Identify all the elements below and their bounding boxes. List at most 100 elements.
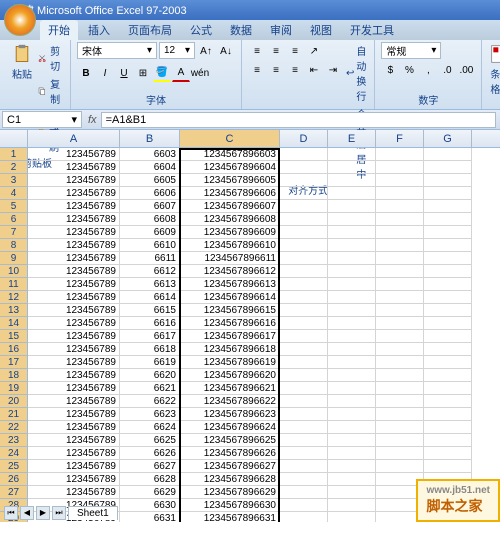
cell[interactable] (376, 213, 424, 226)
cell[interactable] (424, 252, 472, 265)
row-header[interactable]: 21 (0, 408, 28, 421)
cell[interactable]: 6622 (120, 395, 180, 408)
cell[interactable] (328, 408, 376, 421)
cell[interactable]: 123456789 (28, 187, 120, 200)
cell[interactable] (280, 239, 328, 252)
cell[interactable] (376, 330, 424, 343)
phonetic-button[interactable]: wén (191, 64, 209, 82)
col-header-e[interactable]: E (328, 130, 376, 147)
cell[interactable]: 123456789 (28, 304, 120, 317)
cell[interactable]: 6611 (120, 252, 180, 265)
decrease-decimal-button[interactable]: .00 (457, 61, 475, 79)
cell[interactable] (424, 265, 472, 278)
cell[interactable]: 6626 (120, 447, 180, 460)
align-right-button[interactable]: ≡ (286, 61, 304, 79)
cell[interactable] (424, 343, 472, 356)
cell[interactable] (328, 200, 376, 213)
cell[interactable]: 1234567896615 (180, 304, 280, 317)
cell[interactable]: 1234567896620 (180, 369, 280, 382)
cell[interactable] (328, 421, 376, 434)
row-header[interactable]: 6 (0, 213, 28, 226)
cell[interactable] (424, 369, 472, 382)
cell[interactable] (280, 512, 328, 522)
cell[interactable] (376, 395, 424, 408)
cell[interactable] (328, 174, 376, 187)
cell[interactable] (328, 291, 376, 304)
cell[interactable] (376, 174, 424, 187)
cell[interactable]: 123456789 (28, 343, 120, 356)
formula-input[interactable]: =A1&B1 (101, 112, 496, 128)
cell[interactable] (280, 213, 328, 226)
fx-icon[interactable]: fx (88, 114, 97, 126)
cell[interactable]: 1234567896617 (180, 330, 280, 343)
row-header[interactable]: 25 (0, 460, 28, 473)
increase-decimal-button[interactable]: .0 (438, 61, 456, 79)
col-header-d[interactable]: D (280, 130, 328, 147)
decrease-font-button[interactable]: A↓ (217, 42, 235, 60)
cell[interactable] (376, 161, 424, 174)
cell[interactable] (424, 447, 472, 460)
cell[interactable] (376, 304, 424, 317)
align-middle-button[interactable]: ≡ (267, 42, 285, 60)
tab-insert[interactable]: 插入 (80, 20, 118, 40)
cell[interactable] (328, 161, 376, 174)
cell[interactable] (328, 382, 376, 395)
cell[interactable] (328, 252, 376, 265)
tab-data[interactable]: 数据 (222, 20, 260, 40)
cell[interactable]: 6625 (120, 434, 180, 447)
cell[interactable] (328, 395, 376, 408)
tab-formula[interactable]: 公式 (182, 20, 220, 40)
cell[interactable] (424, 291, 472, 304)
cell[interactable]: 6616 (120, 317, 180, 330)
cell[interactable]: 1234567896622 (180, 395, 280, 408)
cell[interactable]: 123456789 (28, 421, 120, 434)
cell[interactable] (328, 317, 376, 330)
cell[interactable] (376, 148, 424, 161)
cell[interactable] (328, 460, 376, 473)
cell[interactable]: 1234567896626 (180, 447, 280, 460)
row-header[interactable]: 16 (0, 343, 28, 356)
row-header[interactable]: 17 (0, 356, 28, 369)
cell[interactable] (424, 161, 472, 174)
cell[interactable] (376, 382, 424, 395)
cell[interactable]: 123456789 (28, 447, 120, 460)
cell[interactable]: 6628 (120, 473, 180, 486)
cell[interactable] (280, 278, 328, 291)
row-header[interactable]: 14 (0, 317, 28, 330)
row-header[interactable]: 18 (0, 369, 28, 382)
fill-color-button[interactable]: 🪣 (153, 64, 171, 82)
cell[interactable] (424, 148, 472, 161)
underline-button[interactable]: U (115, 64, 133, 82)
cell[interactable]: 6603 (120, 148, 180, 161)
row-header[interactable]: 11 (0, 278, 28, 291)
cell[interactable]: 123456789 (28, 148, 120, 161)
row-header[interactable]: 20 (0, 395, 28, 408)
cell[interactable]: 1234567896605 (180, 174, 280, 187)
cell[interactable]: 1234567896616 (180, 317, 280, 330)
align-left-button[interactable]: ≡ (248, 61, 266, 79)
cell[interactable]: 123456789 (28, 486, 120, 499)
cell[interactable] (280, 265, 328, 278)
decrease-indent-button[interactable]: ⇤ (305, 61, 323, 79)
cell[interactable] (424, 421, 472, 434)
cell[interactable]: 1234567896628 (180, 473, 280, 486)
cell[interactable] (328, 356, 376, 369)
cell[interactable]: 1234567896612 (180, 265, 280, 278)
cell[interactable] (328, 343, 376, 356)
cell[interactable] (424, 382, 472, 395)
cell[interactable] (280, 291, 328, 304)
cell[interactable] (376, 200, 424, 213)
cell[interactable] (328, 330, 376, 343)
cell[interactable] (376, 291, 424, 304)
row-header[interactable]: 9 (0, 252, 28, 265)
cell[interactable]: 6631 (120, 512, 180, 522)
sheet-nav-prev[interactable]: ◀ (20, 506, 34, 520)
orientation-button[interactable]: ↗ (305, 42, 323, 60)
cell[interactable] (376, 356, 424, 369)
cell[interactable] (280, 408, 328, 421)
cell[interactable]: 6627 (120, 460, 180, 473)
cell[interactable]: 1234567896614 (180, 291, 280, 304)
cut-button[interactable]: 剪切 (36, 42, 64, 74)
cell[interactable]: 1234567896621 (180, 382, 280, 395)
row-header[interactable]: 5 (0, 200, 28, 213)
